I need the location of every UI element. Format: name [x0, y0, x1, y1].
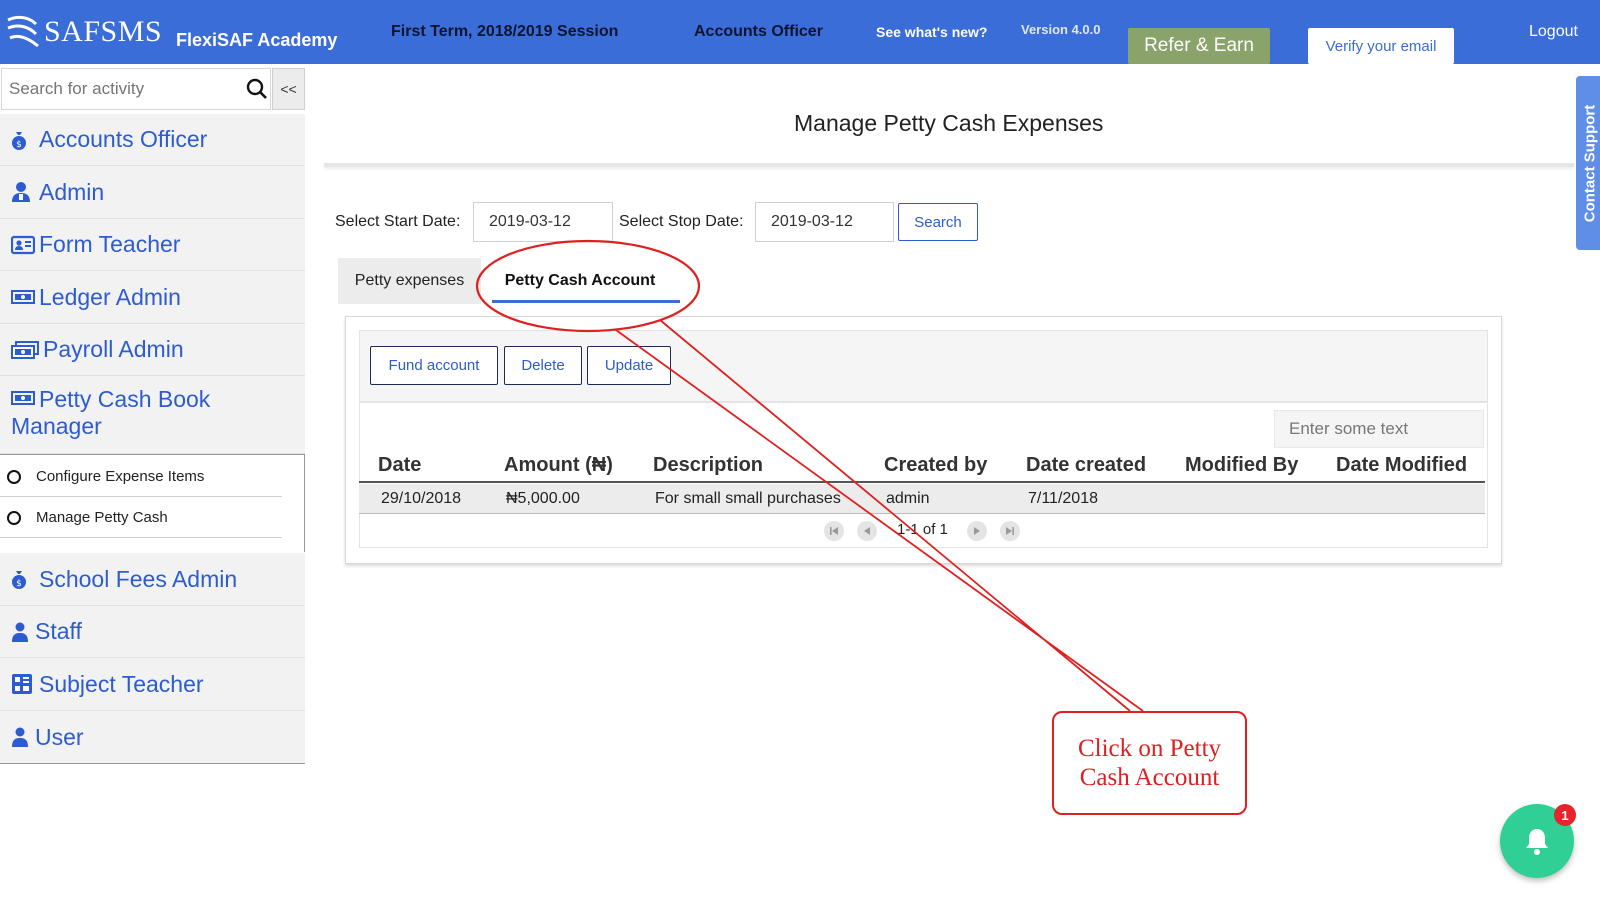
money-bag-icon: $	[11, 569, 35, 589]
submenu-manage-petty-cash[interactable]: Manage Petty Cash	[0, 498, 282, 538]
circle-bullet-icon	[7, 510, 21, 525]
top-bar: SAFSMS FlexiSAF Academy First Term, 2018…	[0, 0, 1600, 64]
svg-text:$: $	[16, 579, 22, 589]
sidebar-item-label: Form Teacher	[39, 231, 181, 257]
sidebar-item-label: Payroll Admin	[43, 336, 184, 362]
column-header-created-by[interactable]: Created by	[884, 454, 987, 477]
update-button[interactable]: Update	[587, 346, 671, 385]
start-date-label: Select Start Date:	[335, 213, 461, 230]
stop-date-label: Select Stop Date:	[619, 213, 744, 230]
active-tab-indicator	[492, 300, 680, 303]
tab-petty-expenses[interactable]: Petty expenses	[338, 258, 481, 304]
sidebar-item-text: Petty Cash Book Manager	[11, 386, 211, 439]
admin-user-icon	[11, 181, 35, 203]
logo-text: SAFSMS	[44, 15, 163, 48]
tab-petty-cash-account[interactable]: Petty Cash Account	[486, 258, 674, 304]
sidebar-item-form-teacher[interactable]: Form Teacher	[0, 219, 305, 271]
money-bag-icon: $	[11, 130, 35, 150]
sidebar-item-staff[interactable]: Staff	[0, 606, 305, 658]
notification-count-badge: 1	[1554, 804, 1576, 826]
column-header-modified-by[interactable]: Modified By	[1185, 454, 1298, 477]
start-date-input[interactable]: 2019-03-12	[473, 202, 613, 242]
sidebar: << $ Accounts Officer Admin Form Teacher…	[0, 64, 305, 764]
user-icon	[11, 727, 31, 747]
header-divider	[359, 481, 1485, 483]
column-header-amount[interactable]: Amount (₦)	[504, 454, 613, 477]
sidebar-item-admin[interactable]: Admin	[0, 166, 305, 219]
page-title: Manage Petty Cash Expenses	[794, 110, 1104, 136]
cell-description: For small small purchases	[655, 490, 841, 507]
sidebar-item-label: Subject Teacher	[39, 670, 204, 697]
search-icon[interactable]	[246, 78, 268, 105]
stop-date-input[interactable]: 2019-03-12	[755, 202, 894, 242]
sidebar-item-school-fees-admin[interactable]: $ School Fees Admin	[0, 553, 305, 606]
previous-page-icon[interactable]	[857, 521, 877, 541]
logout-link[interactable]: Logout	[1529, 23, 1578, 41]
table-filter-input[interactable]: Enter some text	[1274, 410, 1484, 448]
cell-date: 29/10/2018	[381, 490, 462, 507]
refer-earn-button[interactable]: Refer & Earn	[1128, 28, 1270, 64]
tab-strip: Petty expenses Petty Cash Account	[338, 258, 708, 304]
petty-cash-submenu: Configure Expense Items Manage Petty Cas…	[0, 454, 305, 552]
sidebar-item-label: Admin	[39, 178, 105, 205]
annotation-callout: Click on Petty Cash Account	[1052, 711, 1247, 815]
circle-bullet-icon	[7, 469, 21, 484]
sidebar-item-label: Staff	[35, 618, 82, 644]
verify-email-button[interactable]: Verify your email	[1308, 28, 1454, 64]
safsms-logo[interactable]: SAFSMS	[6, 14, 162, 50]
search-button[interactable]: Search	[898, 203, 978, 241]
id-card-icon	[11, 235, 35, 255]
banknote-icon	[11, 290, 35, 304]
activity-search-input[interactable]	[1, 68, 271, 110]
sidebar-item-label: School Fees Admin	[39, 565, 238, 592]
sidebar-item-accounts-officer[interactable]: $ Accounts Officer	[0, 114, 305, 166]
fund-account-button[interactable]: Fund account	[370, 346, 498, 385]
whats-new-link[interactable]: See what's new?	[876, 24, 987, 40]
sidebar-item-petty-cash-book-manager[interactable]: Petty Cash Book Manager	[0, 376, 305, 454]
banknotes-icon	[11, 340, 39, 359]
column-header-date-created[interactable]: Date created	[1026, 454, 1146, 477]
sidebar-item-label: Accounts Officer	[39, 126, 208, 152]
delete-button[interactable]: Delete	[504, 346, 582, 385]
column-header-date[interactable]: Date	[378, 454, 421, 477]
submenu-configure-expense-items[interactable]: Configure Expense Items	[0, 457, 282, 497]
banknote-icon	[11, 391, 35, 405]
contact-support-label[interactable]: Contact Support	[1576, 76, 1600, 250]
first-page-icon[interactable]	[824, 521, 844, 541]
pagination-label: 1-1 of 1	[897, 521, 948, 538]
sidebar-item-subject-teacher[interactable]: Subject Teacher	[0, 658, 305, 711]
sidebar-item-label: User	[35, 723, 84, 750]
sidebar-search: <<	[0, 68, 305, 110]
bell-icon	[1526, 829, 1548, 855]
session-label[interactable]: First Term, 2018/2019 Session	[391, 23, 618, 41]
sidebar-item-user[interactable]: User	[0, 711, 305, 764]
cell-date-created: 7/11/2018	[1028, 490, 1098, 507]
calculator-icon	[11, 673, 35, 695]
sidebar-item-payroll-admin[interactable]: Payroll Admin	[0, 324, 305, 376]
sidebar-item-label: Ledger Admin	[39, 283, 181, 310]
school-name: FlexiSAF Academy	[176, 30, 338, 50]
role-label[interactable]: Accounts Officer	[694, 23, 823, 41]
user-icon	[11, 622, 31, 642]
collapse-sidebar-button[interactable]: <<	[272, 68, 305, 110]
cell-created-by: admin	[886, 490, 930, 507]
column-header-date-modified[interactable]: Date Modified	[1336, 454, 1467, 477]
last-page-icon[interactable]	[1000, 521, 1020, 541]
next-page-icon[interactable]	[967, 521, 987, 541]
submenu-label: Manage Petty Cash	[36, 509, 168, 526]
sidebar-item-label: Petty Cash Book Manager	[11, 386, 305, 440]
cell-amount: ₦5,000.00	[506, 490, 580, 507]
submenu-label: Configure Expense Items	[36, 468, 205, 485]
logo-mark-icon	[7, 15, 39, 48]
version-label: Version 4.0.0	[1021, 22, 1101, 37]
sidebar-item-ledger-admin[interactable]: Ledger Admin	[0, 271, 305, 324]
column-header-description[interactable]: Description	[653, 454, 763, 477]
title-divider	[324, 163, 1574, 167]
svg-text:$: $	[16, 140, 22, 150]
